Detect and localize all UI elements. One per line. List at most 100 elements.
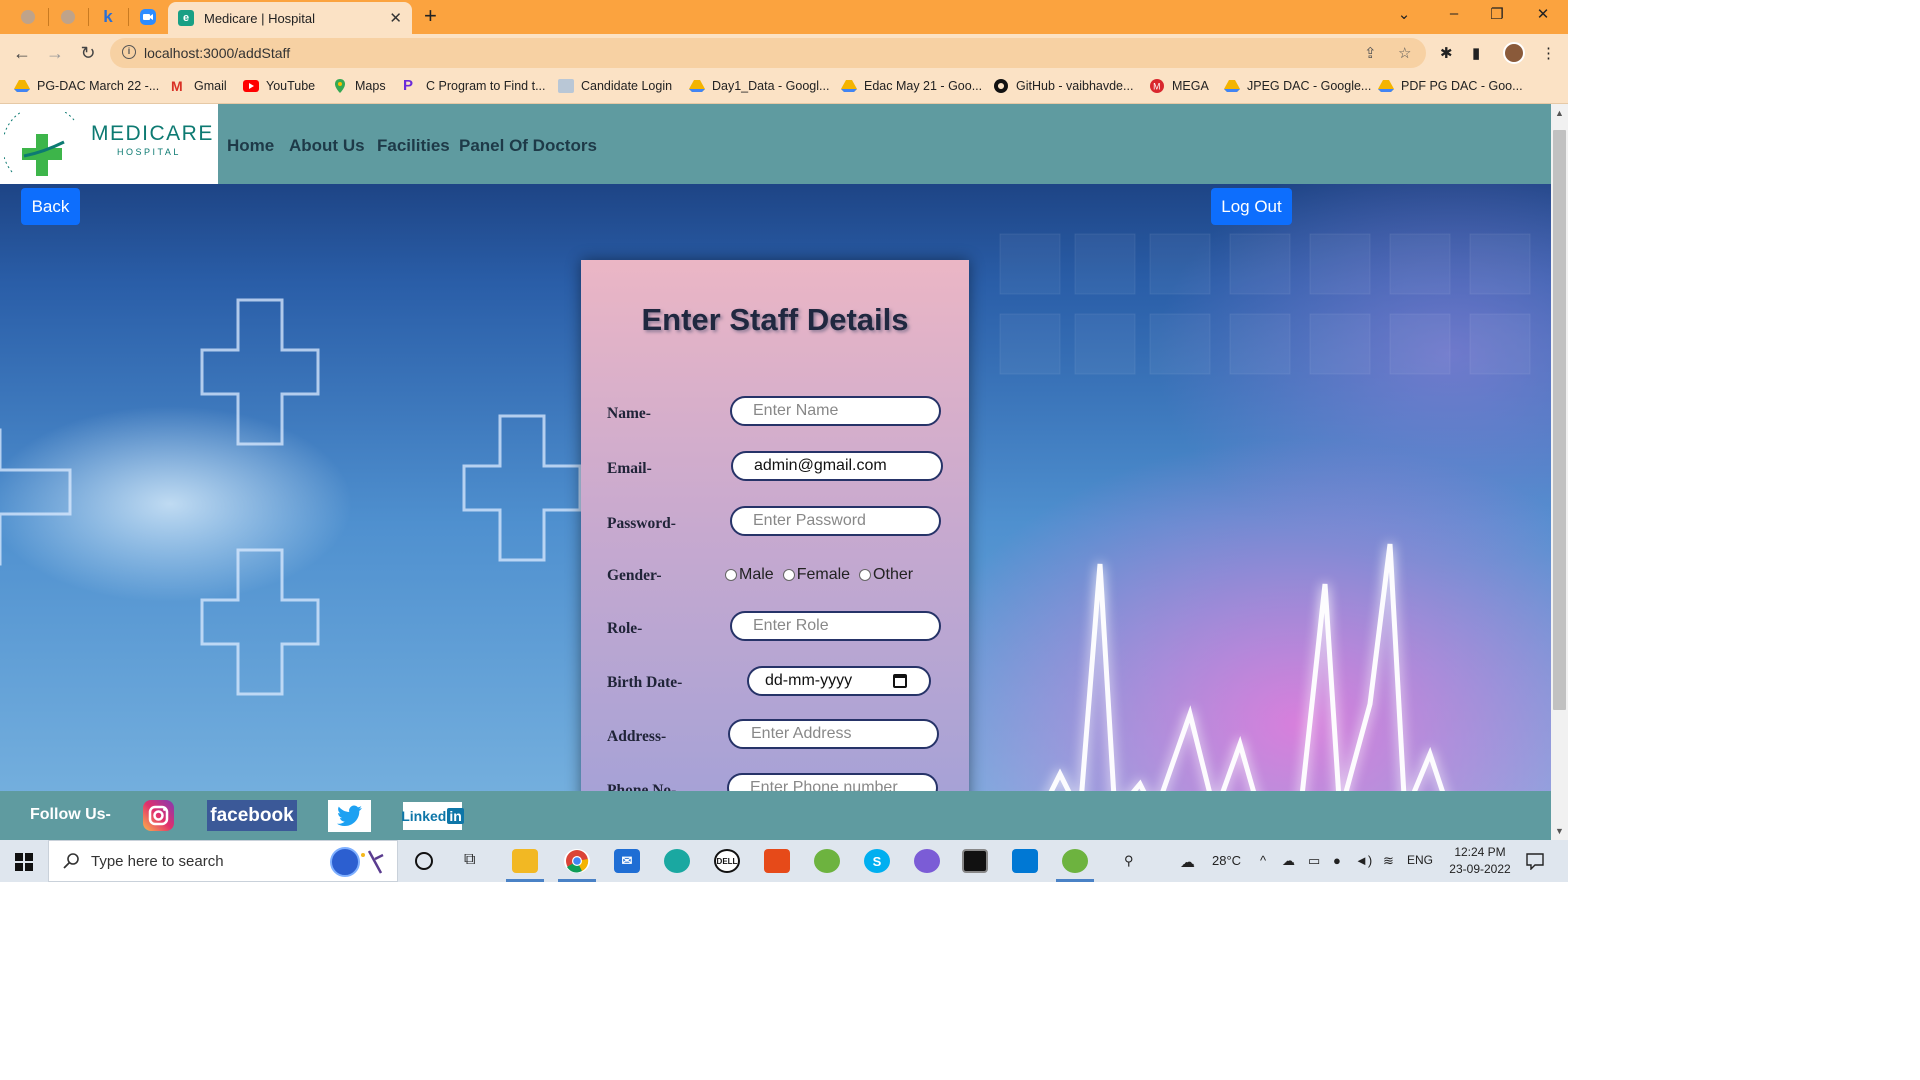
candidate-login-icon bbox=[558, 79, 574, 93]
globe-icon bbox=[21, 10, 35, 24]
email-label: Email- bbox=[607, 460, 652, 477]
weather-temperature[interactable]: 28°C bbox=[1212, 853, 1241, 868]
bookmark-item[interactable]: Edac May 21 - Goo... bbox=[841, 79, 982, 93]
file-explorer-icon[interactable] bbox=[512, 849, 538, 873]
tray-chevron-icon[interactable]: ^ bbox=[1260, 853, 1266, 868]
cortana-icon[interactable] bbox=[415, 852, 433, 870]
people-icon[interactable]: ⚲ bbox=[1124, 853, 1134, 869]
windows-start-icon[interactable] bbox=[15, 853, 33, 871]
bookmark-star-icon[interactable]: ☆ bbox=[1398, 44, 1411, 62]
page-scrollbar[interactable]: ▲ ▼ bbox=[1551, 104, 1568, 840]
add-staff-form-card: Enter Staff Details Name- Enter Name Ema… bbox=[581, 260, 969, 840]
tab-title: Medicare | Hospital bbox=[204, 10, 316, 26]
pinned-tab-1[interactable] bbox=[18, 7, 38, 27]
taskbar-search-box[interactable]: Type here to search bbox=[48, 840, 398, 882]
taskbar-clock[interactable]: 12:24 PM 23-09-2022 bbox=[1440, 844, 1520, 878]
pinned-tab-zoom-icon[interactable] bbox=[138, 7, 158, 27]
bookmark-item[interactable]: PG-DAC March 22 -... bbox=[14, 79, 159, 93]
bookmark-item[interactable]: JPEG DAC - Google... bbox=[1224, 79, 1371, 93]
meet-icon[interactable] bbox=[914, 849, 940, 873]
new-tab-button[interactable]: + bbox=[424, 5, 437, 27]
tab-search-chevron-icon[interactable]: ⌄ bbox=[1394, 5, 1414, 23]
nav-home-link[interactable]: Home bbox=[227, 136, 274, 156]
minimize-button[interactable]: – bbox=[1444, 5, 1464, 22]
scroll-up-arrow-icon[interactable]: ▲ bbox=[1555, 108, 1564, 118]
forward-arrow-icon[interactable]: → bbox=[44, 42, 66, 64]
back-button[interactable]: Back bbox=[21, 188, 80, 225]
weather-cloud-icon[interactable]: ☁ bbox=[1180, 853, 1195, 871]
windows-taskbar: Type here to search ⧉ ✉ DELL S ⚲ ☁ 28°C … bbox=[0, 840, 1568, 882]
name-input[interactable]: Enter Name bbox=[730, 396, 941, 426]
facebook-icon[interactable]: facebook bbox=[207, 800, 297, 831]
dell-icon[interactable]: DELL bbox=[714, 849, 740, 873]
bookmark-item[interactable]: YouTube bbox=[243, 79, 315, 93]
address-bar[interactable]: i localhost:3000/addStaff ⇪ ☆ bbox=[110, 38, 1426, 68]
back-arrow-icon[interactable]: ← bbox=[11, 42, 33, 64]
birth-date-label: Birth Date- bbox=[607, 674, 683, 691]
microphone-icon[interactable]: ● bbox=[1333, 853, 1341, 868]
active-tab[interactable]: e Medicare | Hospital ✕ bbox=[168, 2, 412, 34]
task-view-icon[interactable]: ⧉ bbox=[464, 851, 475, 869]
profile-avatar[interactable] bbox=[1503, 42, 1525, 64]
nav-panel-of-doctors-link[interactable]: Panel Of Doctors bbox=[459, 136, 597, 156]
address-input[interactable]: Enter Address bbox=[728, 719, 939, 749]
restore-button[interactable]: ❐ bbox=[1487, 5, 1507, 23]
wifi-icon[interactable]: ≋ bbox=[1383, 853, 1394, 869]
edge-icon[interactable] bbox=[664, 849, 690, 873]
vscode-icon[interactable] bbox=[1012, 849, 1038, 873]
more-menu-icon[interactable]: ⋮ bbox=[1541, 44, 1556, 62]
extensions-puzzle-icon[interactable]: ✱ bbox=[1440, 44, 1453, 62]
instagram-icon[interactable] bbox=[143, 800, 174, 831]
gender-other-radio[interactable] bbox=[859, 569, 872, 581]
language-indicator[interactable]: ENG bbox=[1407, 853, 1433, 867]
calendar-icon[interactable] bbox=[893, 674, 907, 688]
close-window-button[interactable]: ✕ bbox=[1533, 5, 1553, 23]
chrome-icon[interactable] bbox=[564, 849, 590, 873]
gender-radio-group: Male Female Other bbox=[725, 566, 922, 584]
medicare-logo[interactable]: MEDICARE HOSPITAL bbox=[0, 104, 218, 184]
terminal-icon[interactable] bbox=[962, 849, 988, 873]
side-panel-icon[interactable]: ▮ bbox=[1472, 44, 1480, 62]
battery-icon[interactable]: ▭ bbox=[1308, 853, 1320, 869]
mail-icon[interactable]: ✉ bbox=[614, 849, 640, 873]
gender-female-radio[interactable] bbox=[782, 569, 795, 581]
bookmark-item[interactable]: GitHub - vaibhavde... bbox=[993, 79, 1133, 93]
tab-close-icon[interactable]: ✕ bbox=[389, 9, 402, 27]
office-icon[interactable] bbox=[764, 849, 790, 873]
email-input[interactable]: admin@gmail.com bbox=[731, 451, 943, 481]
share-icon[interactable]: ⇪ bbox=[1364, 44, 1377, 62]
bookmark-item[interactable]: Day1_Data - Googl... bbox=[689, 79, 829, 93]
linkedin-icon[interactable]: Linked in bbox=[401, 802, 464, 830]
pinned-tab-2[interactable] bbox=[58, 7, 78, 27]
nav-facilities-link[interactable]: Facilities bbox=[377, 136, 450, 156]
scrollbar-thumb[interactable] bbox=[1553, 130, 1566, 710]
site-info-icon[interactable]: i bbox=[122, 45, 136, 59]
bookmark-item[interactable]: M MEGA bbox=[1149, 79, 1209, 93]
url-text[interactable]: localhost:3000/addStaff bbox=[144, 45, 290, 61]
gender-male-radio[interactable] bbox=[725, 569, 737, 581]
taskbar-active-indicator bbox=[506, 879, 544, 882]
nav-about-us-link[interactable]: About Us bbox=[289, 136, 365, 156]
bookmark-item[interactable]: Candidate Login bbox=[558, 79, 672, 93]
birth-date-input[interactable]: dd-mm-yyyy bbox=[747, 666, 931, 696]
notification-center-icon[interactable] bbox=[1526, 853, 1544, 870]
onedrive-icon[interactable]: ☁ bbox=[1282, 853, 1295, 869]
scroll-down-arrow-icon[interactable]: ▼ bbox=[1555, 826, 1564, 836]
bookmark-item[interactable]: PDF PG DAC - Goo... bbox=[1378, 79, 1523, 93]
spring-tool-icon[interactable] bbox=[814, 849, 840, 873]
skype-icon[interactable]: S bbox=[864, 849, 890, 873]
bookmark-item[interactable]: M Gmail bbox=[171, 79, 227, 93]
name-label: Name- bbox=[607, 405, 651, 422]
bookmark-item[interactable]: PC Program to Find t... bbox=[403, 78, 545, 93]
bookmark-item[interactable]: Maps bbox=[332, 79, 386, 93]
role-input[interactable]: Enter Role bbox=[730, 611, 941, 641]
password-input[interactable]: Enter Password bbox=[730, 506, 941, 536]
gender-female-label: Female bbox=[796, 566, 851, 583]
pinned-tab-k-icon[interactable]: k bbox=[98, 7, 118, 27]
reload-icon[interactable]: ↻ bbox=[77, 42, 99, 64]
twitter-icon[interactable] bbox=[328, 800, 371, 832]
spring-tool-icon[interactable] bbox=[1062, 849, 1088, 873]
role-label: Role- bbox=[607, 620, 643, 637]
logout-button[interactable]: Log Out bbox=[1211, 188, 1292, 225]
volume-icon[interactable]: ◄) bbox=[1355, 853, 1372, 868]
